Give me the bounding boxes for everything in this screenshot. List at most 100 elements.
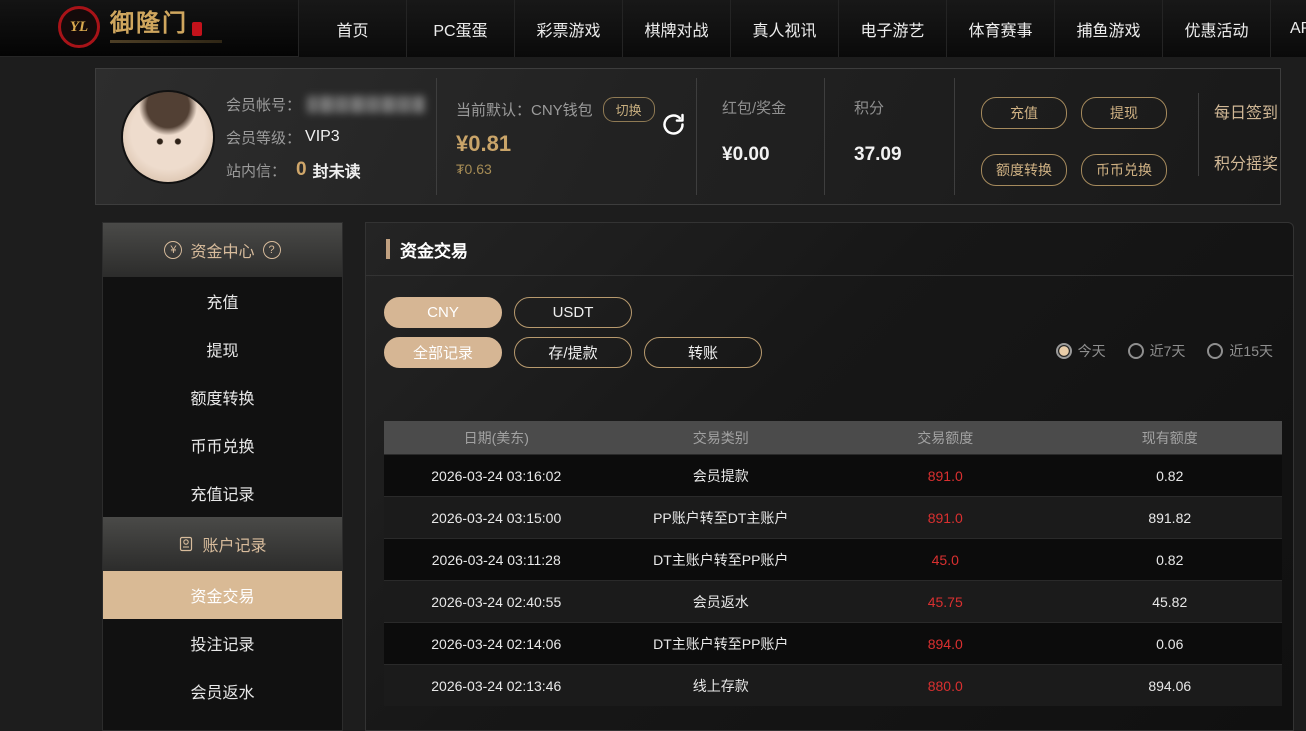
refresh-balance-button[interactable] xyxy=(659,111,687,139)
avatar[interactable] xyxy=(123,92,213,182)
table-cell: 894.06 xyxy=(1148,677,1192,694)
table-cell: 会员返水 xyxy=(692,593,749,610)
brand-logo[interactable]: YL 御隆门 xyxy=(58,6,222,48)
divider xyxy=(824,78,825,195)
sidebar-item[interactable]: 会员返水 xyxy=(103,667,342,715)
table-header-cell: 现有额度 xyxy=(1141,429,1198,446)
daily-link[interactable]: 积分摇奖 xyxy=(1214,150,1278,174)
brand-seal-icon xyxy=(192,21,202,36)
table-cell: 891.82 xyxy=(1148,509,1192,526)
table-header-row: 日期(美东) 交易类别 交易额度 现有额度 xyxy=(384,421,1282,454)
radio-label: 今天 xyxy=(1077,343,1106,359)
table-cell: 894.0 xyxy=(927,635,963,652)
table-cell: 0.82 xyxy=(1156,551,1184,568)
nav-item[interactable]: 捕鱼游戏 xyxy=(1054,0,1162,57)
wallet-action-button[interactable]: 额度转换 xyxy=(981,154,1067,186)
brand-tagline xyxy=(110,39,222,43)
table-cell: 线上存款 xyxy=(692,677,749,694)
sidebar-section-funds-header: ¥ 资金中心 ? xyxy=(103,223,342,277)
table-row: 2026-03-24 03:15:00 PP账户转至DT主账户 891.0 891.8… xyxy=(384,496,1282,538)
table-cell: 2026-03-24 03:16:02 xyxy=(431,467,562,484)
currency-tabs: CNY USDT xyxy=(384,297,1280,328)
yuan-circle-icon: ¥ xyxy=(164,241,183,259)
wallet-actions: 充值 提现 额度转换 币币兑换 xyxy=(981,97,1167,186)
nav-item[interactable]: PC蛋蛋 xyxy=(406,0,514,57)
inbox-count[interactable]: 0 xyxy=(296,159,307,181)
nav-item[interactable]: 首页 xyxy=(298,0,406,57)
wallet-action-button[interactable]: 币币兑换 xyxy=(1081,154,1167,186)
daily-link[interactable]: 每日签到 xyxy=(1214,99,1278,123)
table-cell: 2026-03-24 02:13:46 xyxy=(431,677,562,694)
sidebar-section-records-header: 账户记录 xyxy=(103,517,342,571)
table-cell: 2026-03-24 02:14:06 xyxy=(431,635,562,652)
page-title: 资金交易 xyxy=(400,241,468,261)
date-radio[interactable]: 今天 xyxy=(1055,341,1106,361)
sidebar-item[interactable]: 充值记录 xyxy=(103,469,342,517)
table-body: 2026-03-24 03:16:02 会员提款 891.0 0.82 2026-03-… xyxy=(384,454,1282,706)
nav-item[interactable]: 体育赛事 xyxy=(946,0,1054,57)
currency-tab[interactable]: CNY xyxy=(384,297,502,328)
table-header-cell: 交易类别 xyxy=(692,429,749,446)
divider xyxy=(1198,93,1199,176)
date-filters: 今天 近7天 近15天 xyxy=(1055,341,1273,361)
record-tab[interactable]: 存/提款 xyxy=(514,337,632,368)
nav-item[interactable]: 彩票游戏 xyxy=(514,0,622,57)
table-cell: 会员提款 xyxy=(692,467,749,484)
divider xyxy=(954,78,955,195)
sidebar-item[interactable]: 投注记录 xyxy=(103,619,342,667)
nav-item[interactable]: 优惠活动 xyxy=(1162,0,1270,57)
points-label: 积分 xyxy=(854,100,885,117)
radio-dot-icon xyxy=(1207,343,1224,359)
member-panel: 会员帐号： 会员等级： VIP3 站内信： 0 封未读 当前默认：CNY钱包 切… xyxy=(95,68,1281,205)
account-label: 会员帐号： xyxy=(226,96,302,114)
nav-item[interactable]: 棋牌对战 xyxy=(622,0,730,57)
sidebar-item[interactable]: 币币兑换 xyxy=(103,421,342,469)
brand-name: 御隆门 xyxy=(110,9,188,37)
sidebar-item[interactable]: 额度转换 xyxy=(103,373,342,421)
help-icon[interactable]: ? xyxy=(262,241,281,259)
table-cell: 2026-03-24 03:15:00 xyxy=(431,509,562,526)
level-value: VIP3 xyxy=(305,128,340,145)
inbox-label: 站内信： xyxy=(226,162,287,180)
wallet-action-button[interactable]: 提现 xyxy=(1081,97,1167,129)
record-tab[interactable]: 转账 xyxy=(644,337,762,368)
table-header-cell: 日期(美东) xyxy=(463,429,529,446)
wallet-switch-button[interactable]: 切换 xyxy=(602,97,655,122)
sidebar-item[interactable]: 资金交易 xyxy=(103,571,342,619)
sidebar-item[interactable]: 提现 xyxy=(103,325,342,373)
table-cell: 2026-03-24 03:11:28 xyxy=(431,551,561,568)
refresh-icon xyxy=(662,113,684,135)
table-cell: 891.0 xyxy=(927,467,963,484)
sidebar-item[interactable]: 充值 xyxy=(103,277,342,325)
table-cell: 45.0 xyxy=(931,551,959,568)
table-cell: 2026-03-24 02:40:55 xyxy=(431,593,562,610)
bonus-value: ¥0.00 xyxy=(722,144,770,165)
table-cell: PP账户转至DT主账户 xyxy=(653,509,789,526)
sidebar-items-1: 资金交易 投注记录 会员返水 xyxy=(103,571,342,715)
cny-balance: ¥0.81 xyxy=(456,131,512,156)
date-radio[interactable]: 近7天 xyxy=(1127,341,1185,361)
record-tab[interactable]: 全部记录 xyxy=(384,337,502,368)
bonus-label: 红包/奖金 xyxy=(722,100,787,117)
date-radio[interactable]: 近15天 xyxy=(1207,341,1273,361)
main-panel: 资金交易 CNY USDT 全部记录 存/提款 转账 今天 近7天 近15天 日期(美东)… xyxy=(365,222,1294,731)
divider xyxy=(436,78,437,195)
table-cell: 0.82 xyxy=(1156,467,1184,484)
account-number-blurred xyxy=(307,95,426,113)
sidebar-section-title: 账户记录 xyxy=(202,538,267,555)
table-row: 2026-03-24 02:13:46 线上存款 880.0 894.06 xyxy=(384,664,1282,706)
table-row: 2026-03-24 03:11:28 DT主账户转至PP账户 45.0 0.82 xyxy=(384,538,1282,580)
nav-item[interactable]: 真人视讯 xyxy=(730,0,838,57)
wallet-section: 当前默认：CNY钱包 切换 ¥0.81 ₮0.63 xyxy=(456,97,655,177)
transactions-table: 日期(美东) 交易类别 交易额度 现有额度 2026-03-24 03:16:02 会员… xyxy=(384,421,1282,706)
nav-item[interactable]: 电子游艺 xyxy=(838,0,946,57)
inbox-suffix[interactable]: 封未读 xyxy=(313,158,361,182)
account-info: 会员帐号： 会员等级： VIP3 站内信： 0 封未读 xyxy=(226,93,426,182)
nav-item[interactable]: AP xyxy=(1270,0,1306,57)
level-label: 会员等级： xyxy=(226,129,302,147)
currency-tab[interactable]: USDT xyxy=(514,297,632,328)
table-row: 2026-03-24 03:16:02 会员提款 891.0 0.82 xyxy=(384,454,1282,496)
points-value: 37.09 xyxy=(854,144,902,165)
wallet-action-button[interactable]: 充值 xyxy=(981,97,1067,129)
points-section: 积分 37.09 xyxy=(854,97,902,166)
